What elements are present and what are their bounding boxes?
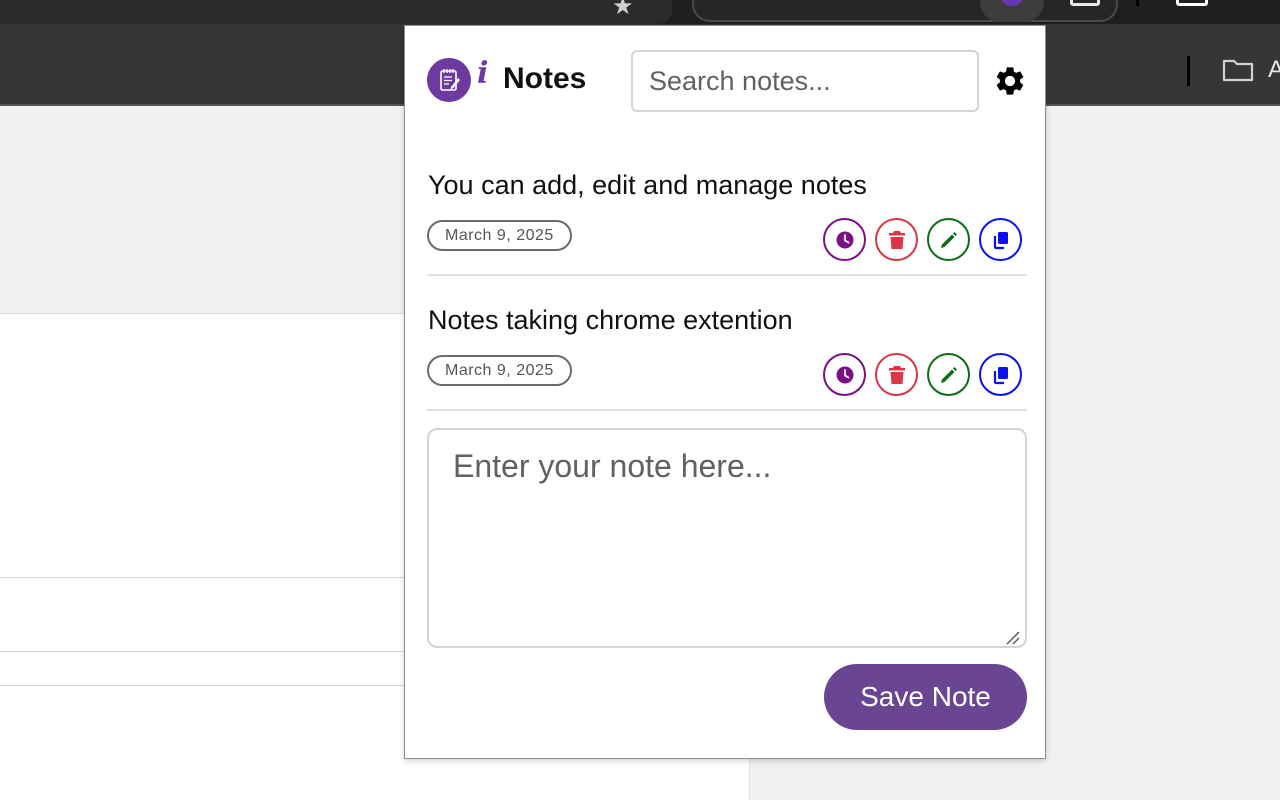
note-textarea[interactable] [427,428,1027,648]
search-input[interactable] [631,50,979,112]
trash-icon [888,365,906,385]
clock-icon [835,230,855,250]
note-actions [823,353,1022,396]
copy-icon [991,365,1011,385]
toolbar-divider [1187,56,1190,86]
extensions-toolbar [692,0,1118,22]
bookmark-star-icon[interactable]: ★ [612,0,634,20]
bookmark-label[interactable]: A [1268,56,1280,84]
gear-icon[interactable] [993,64,1027,98]
edit-button[interactable] [927,218,970,261]
copy-icon [991,230,1011,250]
note-item: You can add, edit and manage notes March… [427,158,1027,276]
browser-active-tab[interactable] [0,0,672,24]
note-date-badge: March 9, 2025 [427,220,572,251]
copy-button[interactable] [979,353,1022,396]
clock-icon [835,365,855,385]
toolbar-divider [1136,0,1139,6]
extension-icon[interactable] [1070,0,1100,6]
note-text[interactable]: Notes taking chrome extention [428,305,793,336]
reminder-button[interactable] [823,218,866,261]
note-date-badge: March 9, 2025 [427,355,572,386]
reminder-button[interactable] [823,353,866,396]
trash-icon [888,230,906,250]
folder-icon[interactable] [1222,58,1254,82]
pencil-icon [939,230,959,250]
save-note-button[interactable]: Save Note [824,664,1027,730]
resize-handle-icon[interactable] [1005,630,1021,646]
note-actions [823,218,1022,261]
pencil-icon [939,365,959,385]
popup-header: i Notes [427,50,1023,112]
app-title: Notes [503,62,586,96]
edit-button[interactable] [927,353,970,396]
browser-tab-strip: ★ [0,0,1280,24]
info-icon[interactable]: i [477,56,488,91]
note-text[interactable]: You can add, edit and manage notes [428,170,867,201]
copy-button[interactable] [979,218,1022,261]
notepad-logo-icon [427,58,471,102]
note-item: Notes taking chrome extention March 9, 2… [427,293,1027,411]
notes-popup: i Notes You can add, edit and manage not… [404,25,1046,759]
delete-button[interactable] [875,353,918,396]
delete-button[interactable] [875,218,918,261]
tab-search-icon[interactable] [1176,0,1208,6]
notes-extension-icon[interactable] [980,0,1044,22]
